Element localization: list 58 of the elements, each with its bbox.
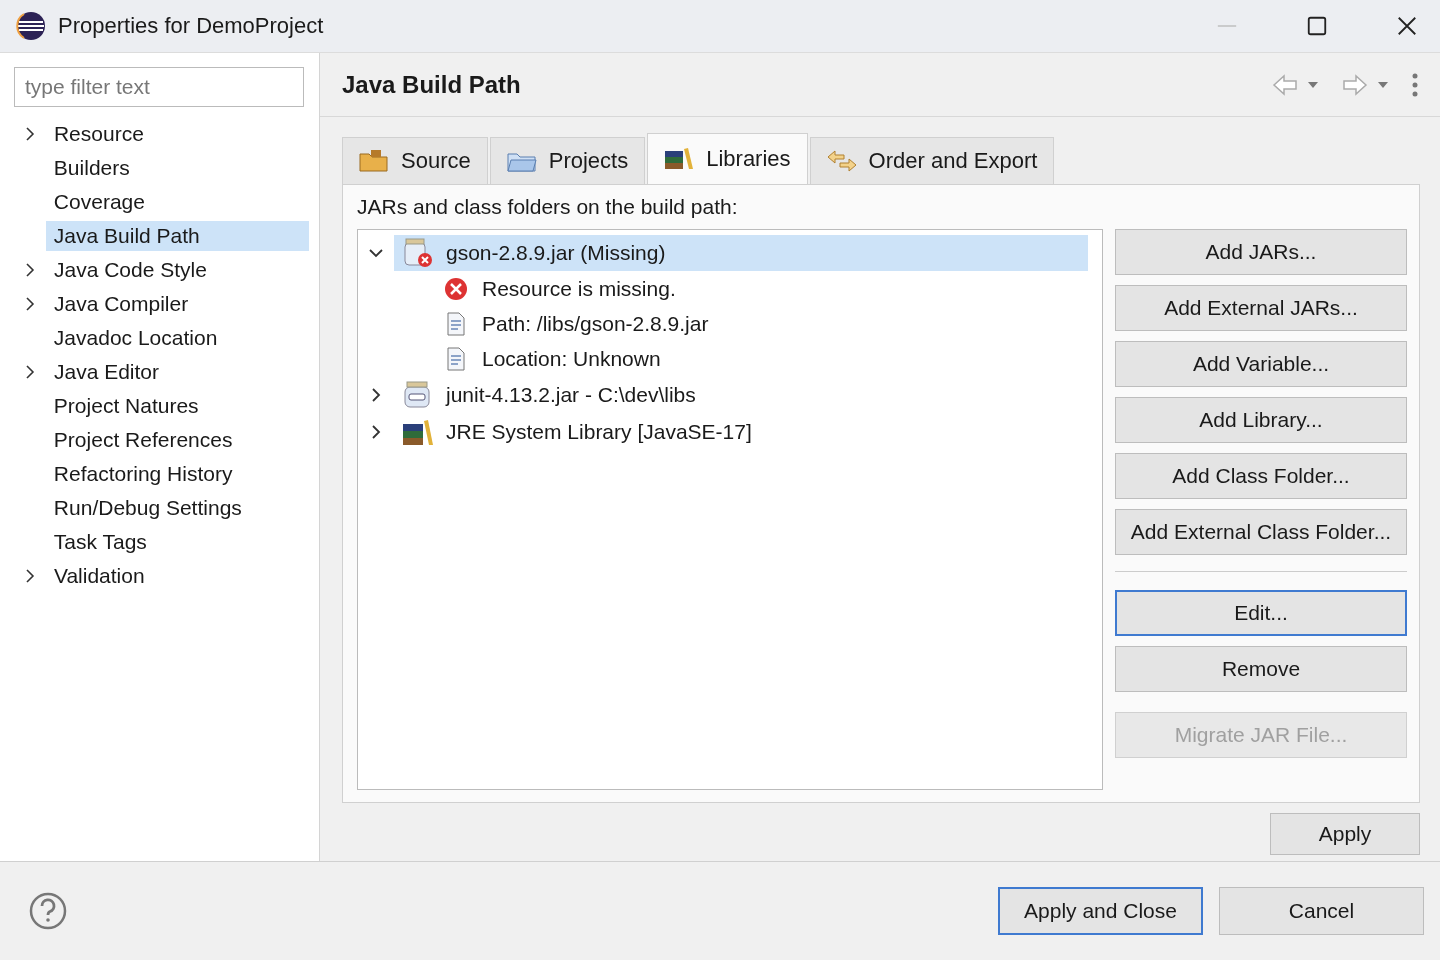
filter-field[interactable]: type filter text — [14, 67, 304, 107]
sidebar-item[interactable]: Project Natures — [45, 391, 309, 421]
sidebar-item[interactable]: Run/Debug Settings — [45, 493, 309, 523]
sidebar-item[interactable]: Javadoc Location — [45, 323, 309, 353]
jar-error-icon — [402, 236, 434, 269]
tree-detail: Path: /libs/gson-2.8.9.jar — [482, 311, 709, 336]
footer-button[interactable]: Apply and Close — [998, 887, 1203, 935]
document-icon — [444, 311, 468, 336]
tab[interactable]: Libraries — [647, 133, 808, 185]
action-button[interactable]: Add External JARs... — [1115, 285, 1407, 332]
error-icon — [444, 276, 468, 301]
action-button[interactable]: Add Class Folder... — [1115, 453, 1407, 500]
sidebar-item[interactable]: Java Build Path — [45, 221, 309, 251]
sidebar-item[interactable]: Builders — [45, 153, 309, 183]
tree-detail: Resource is missing. — [482, 276, 676, 301]
close-icon[interactable] — [1396, 15, 1418, 37]
tree-detail: Location: Unknown — [482, 346, 661, 371]
folder-icon — [359, 149, 389, 174]
tab[interactable]: Order and Export — [809, 137, 1055, 185]
sidebar-item[interactable]: Java Compiler — [45, 289, 309, 319]
action-button[interactable]: Remove — [1115, 646, 1407, 693]
sidebar-item[interactable]: Validation — [45, 561, 309, 591]
more-options-icon[interactable] — [1412, 72, 1418, 97]
window-title: Properties for DemoProject — [58, 13, 324, 39]
tab[interactable]: Projects — [489, 137, 646, 185]
swap-arrows-icon — [826, 149, 857, 174]
action-button[interactable]: Add External Class Folder... — [1115, 509, 1407, 556]
dropdown-caret-icon[interactable] — [1378, 81, 1388, 88]
document-icon — [444, 346, 468, 371]
chevron-right-icon[interactable] — [24, 262, 36, 278]
help-icon[interactable] — [28, 891, 68, 931]
action-button[interactable]: Add JARs... — [1115, 229, 1407, 276]
sidebar-item[interactable]: Refactoring History — [45, 459, 309, 489]
app-logo-icon — [16, 11, 46, 41]
action-button[interactable]: Edit... — [1115, 590, 1407, 637]
tree-item[interactable]: JRE System Library [JavaSE-17] — [394, 413, 1088, 450]
chevron-right-icon[interactable] — [24, 568, 36, 584]
sidebar-item[interactable]: Java Code Style — [45, 255, 309, 285]
chevron-right-icon[interactable] — [24, 296, 36, 312]
apply-button[interactable]: Apply — [1270, 813, 1420, 855]
books-icon — [664, 147, 695, 172]
sidebar-item[interactable]: Java Editor — [45, 357, 309, 387]
chevron-right-icon[interactable] — [24, 364, 36, 380]
tree-item[interactable]: gson-2.8.9.jar (Missing) — [394, 234, 1088, 271]
footer-button[interactable]: Cancel — [1219, 887, 1424, 935]
maximize-icon[interactable] — [1306, 15, 1328, 37]
tab[interactable]: Source — [342, 137, 488, 185]
sidebar-item[interactable]: Task Tags — [45, 527, 309, 557]
sidebar-item[interactable]: Coverage — [45, 187, 309, 217]
chevron-right-icon[interactable] — [24, 126, 36, 142]
action-button[interactable]: Add Variable... — [1115, 341, 1407, 388]
action-button[interactable]: Add Library... — [1115, 397, 1407, 444]
sidebar-item[interactable]: Project References — [45, 425, 309, 455]
dropdown-caret-icon[interactable] — [1308, 81, 1318, 88]
list-caption: JARs and class folders on the build path: — [357, 195, 739, 220]
tree-item[interactable]: junit-4.13.2.jar - C:\dev\libs — [394, 376, 1088, 413]
page-title: Java Build Path — [342, 70, 521, 99]
sidebar-item[interactable]: Resource — [45, 119, 309, 149]
